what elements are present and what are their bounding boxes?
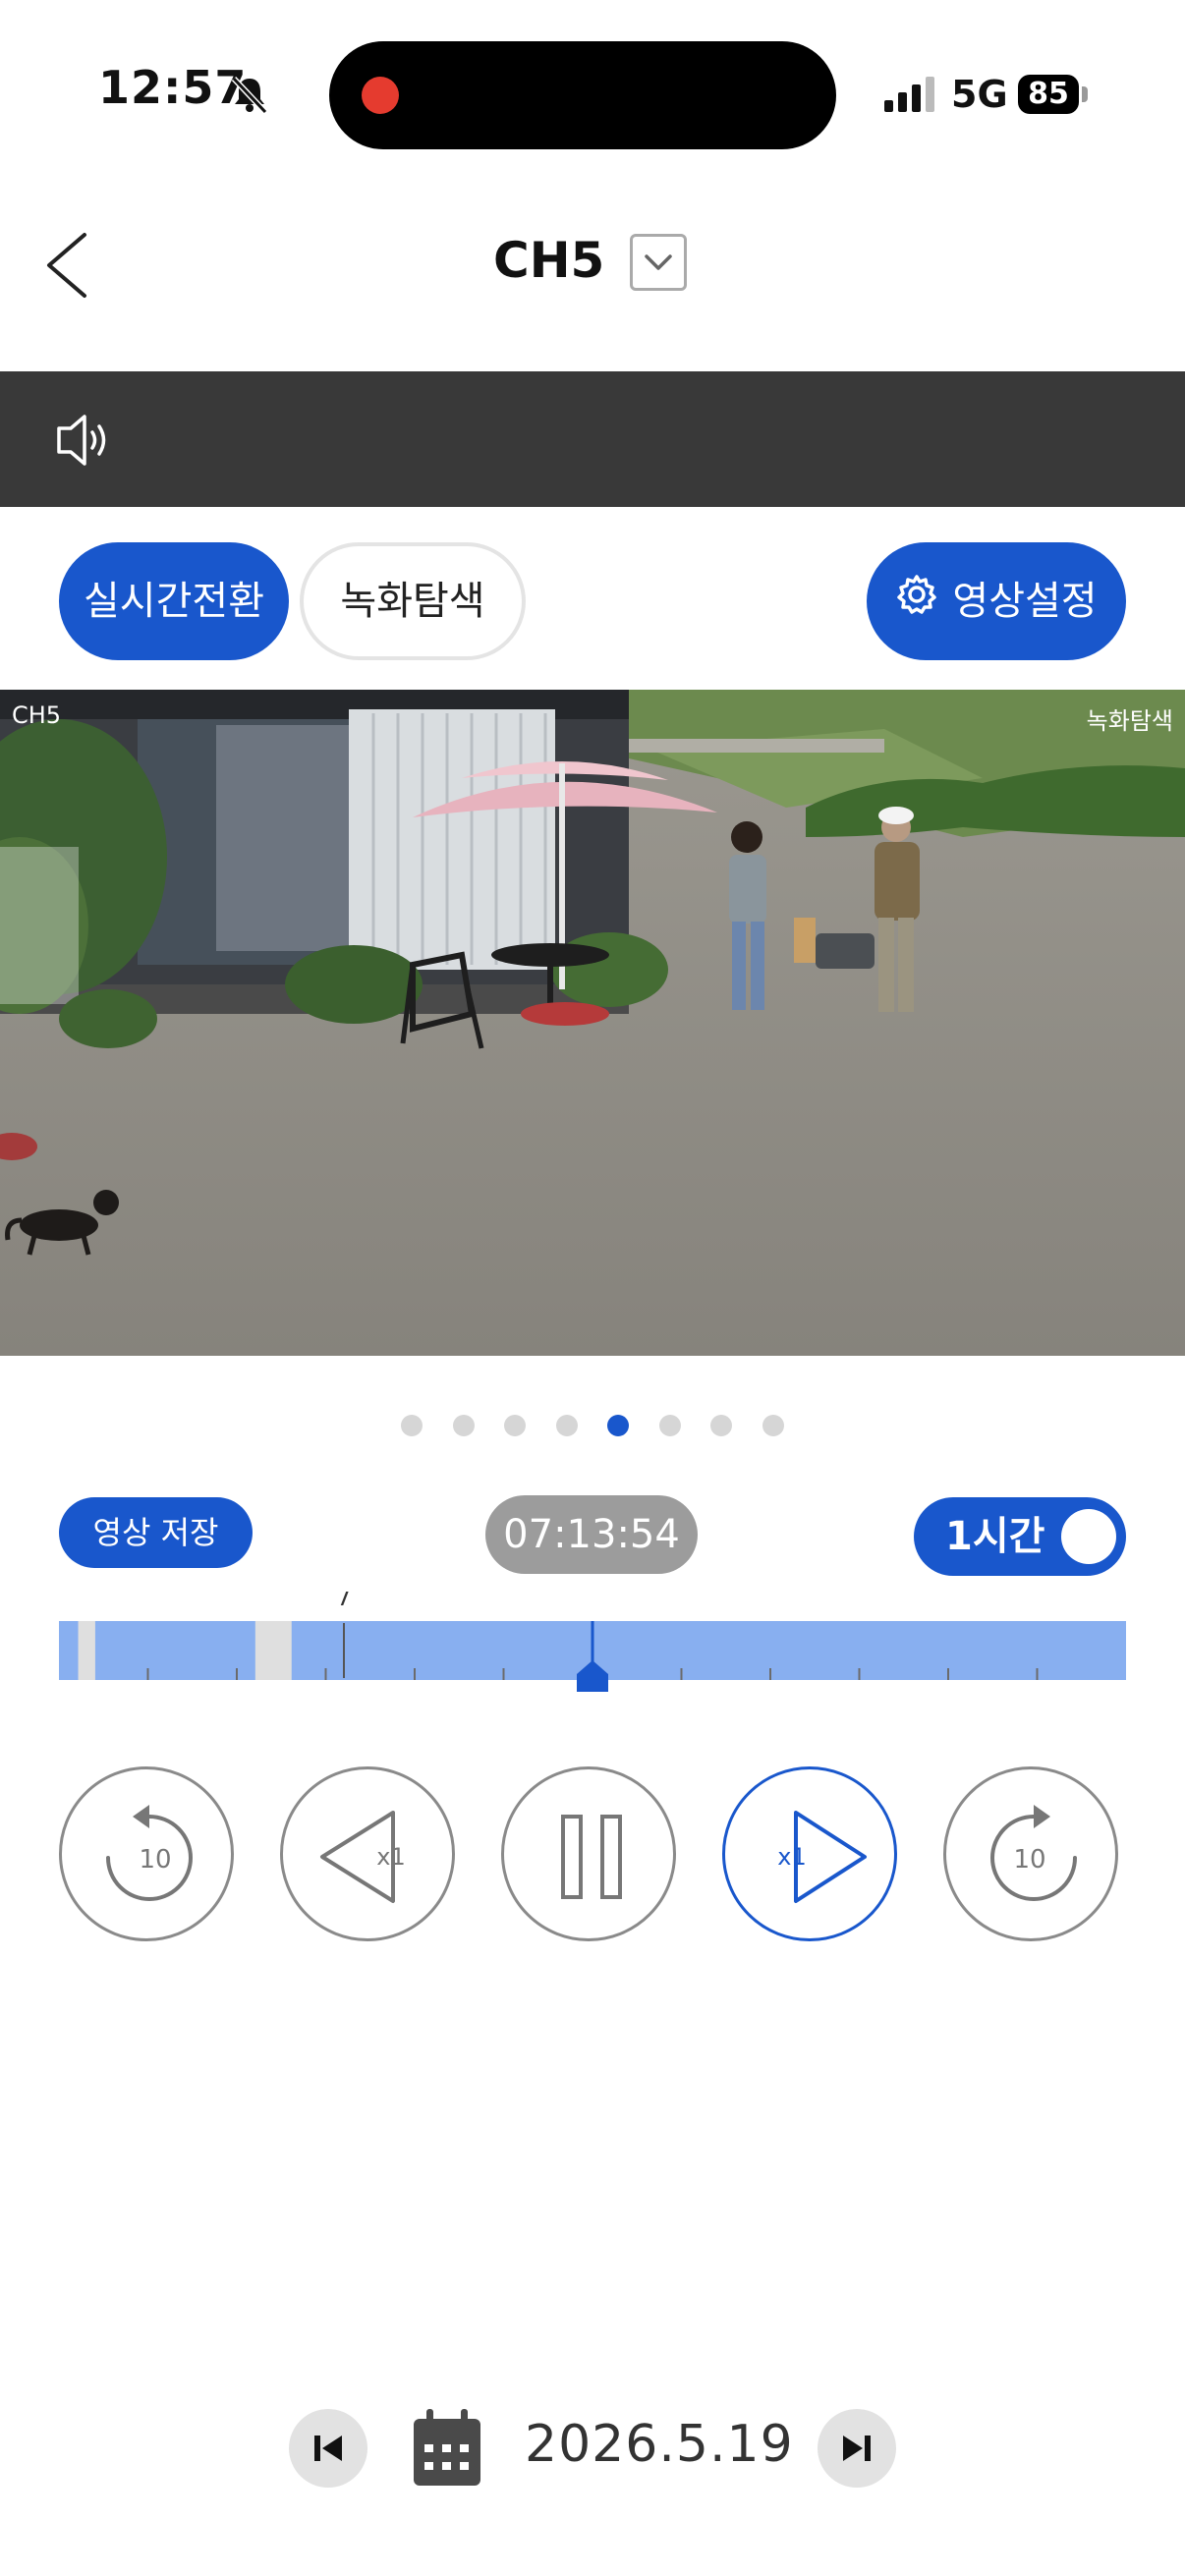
network-type: 5G [951, 73, 1008, 116]
page-dot[interactable] [555, 1415, 578, 1436]
next-day-button[interactable] [818, 2409, 896, 2488]
page-dot[interactable] [504, 1415, 527, 1436]
back-button[interactable] [29, 221, 108, 309]
recording-indicator [362, 77, 399, 114]
rewind-10-button[interactable]: 10 [59, 1766, 234, 1941]
forward-play-button[interactable]: x1 [722, 1766, 897, 1941]
pause-icon [561, 1815, 622, 1899]
video-settings-button[interactable]: 영상설정 [867, 542, 1126, 660]
reverse-play-button[interactable]: x1 [280, 1766, 455, 1941]
recording-search-button[interactable]: 녹화탐색 [300, 542, 526, 660]
signal-icon [884, 77, 934, 112]
camera-video-feed[interactable] [0, 690, 1185, 1356]
timeline-gap [78, 1621, 95, 1680]
range-toggle-label: 1시간 [945, 1514, 1045, 1559]
page-dot[interactable] [658, 1415, 681, 1436]
skip-label: 10 [1013, 1845, 1045, 1875]
page-dot[interactable] [607, 1415, 630, 1436]
gear-icon [895, 544, 938, 662]
osd-mode-label: 녹화탐색 [1086, 707, 1173, 735]
skip-previous-icon [314, 2436, 342, 2461]
page-dot[interactable] [452, 1415, 475, 1436]
forward-10-button[interactable]: 10 [943, 1766, 1118, 1941]
page-dot[interactable] [762, 1415, 784, 1436]
toggle-knob [1061, 1509, 1116, 1564]
forward-speed-label: x1 [777, 1843, 806, 1871]
channel-title: CH5 [493, 232, 605, 289]
rewind-label: 10 [139, 1845, 171, 1875]
reverse-play-icon: x1 [320, 1811, 406, 1903]
battery-tip [1082, 86, 1088, 102]
mute-bell-icon [231, 76, 268, 115]
save-video-button[interactable]: 영상 저장 [59, 1497, 253, 1568]
page-indicator [0, 1415, 1185, 1438]
pause-button[interactable] [501, 1766, 676, 1941]
skip-next-icon [843, 2436, 871, 2461]
forward-10-icon: 10 [990, 1805, 1077, 1901]
current-time-badge: 07:13:54 [485, 1495, 698, 1574]
date-label[interactable]: 2026.5.19 [525, 2415, 794, 2474]
reverse-speed-label: x1 [376, 1843, 405, 1871]
live-switch-button[interactable]: 실시간전환 [59, 542, 289, 660]
timeline-gap [254, 1621, 292, 1680]
previous-day-button[interactable] [289, 2409, 367, 2488]
osd-channel-label: CH5 [12, 701, 62, 729]
status-time: 12:57 [98, 61, 248, 114]
play-icon: x1 [777, 1811, 867, 1903]
calendar-icon[interactable] [411, 2407, 483, 2490]
page-dot[interactable] [401, 1415, 423, 1436]
audio-bar [0, 371, 1185, 507]
rewind-10-icon: 10 [106, 1805, 193, 1901]
dynamic-island [329, 41, 836, 149]
chevron-down-icon [645, 254, 672, 270]
channel-dropdown-button[interactable] [630, 234, 687, 291]
video-settings-label: 영상설정 [952, 579, 1098, 624]
page-dot[interactable] [710, 1415, 733, 1436]
timeline-track[interactable]: 7 [59, 1592, 1126, 1709]
battery-level: 85 [1018, 75, 1079, 114]
speaker-icon[interactable] [55, 411, 118, 470]
range-toggle[interactable]: 1시간 [914, 1497, 1126, 1576]
timeline-hour-label: 7 [336, 1592, 351, 1611]
